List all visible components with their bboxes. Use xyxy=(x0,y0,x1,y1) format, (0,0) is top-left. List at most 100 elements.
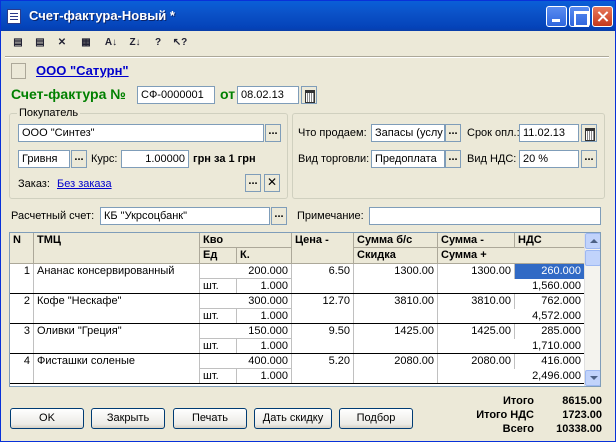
items-table[interactable]: N ТМЦ Кво Ед К. Цена - Сумма б/с Скидка … xyxy=(9,232,601,387)
cell-item[interactable]: Фисташки соленые xyxy=(34,354,200,384)
help-icon[interactable]: ? xyxy=(149,35,167,52)
scroll-thumb[interactable] xyxy=(585,250,600,266)
cell-n[interactable]: 2 xyxy=(10,294,34,324)
organization-link[interactable]: ООО "Сатурн" xyxy=(36,64,129,78)
cell-qty[interactable]: 150.000 xyxy=(200,324,292,339)
cell-vat[interactable]: 416.000 xyxy=(515,354,585,369)
cell-qty[interactable]: 200.000 xyxy=(200,264,292,279)
print-button[interactable]: Печать xyxy=(173,408,247,429)
cell-vat[interactable]: 260.000 xyxy=(515,264,585,279)
cell-sum-plus[interactable]: 2,496.000 xyxy=(438,369,585,384)
cell-discount[interactable] xyxy=(354,309,438,324)
cell-sum[interactable]: 1300.00 xyxy=(354,264,438,279)
vat-type-select-button[interactable]: ... xyxy=(581,150,597,168)
context-help-icon[interactable]: ↖? xyxy=(171,35,189,52)
cell-unit[interactable]: шт. xyxy=(200,309,237,324)
cell-sum-minus[interactable]: 1425.00 xyxy=(438,324,515,339)
cell-price[interactable]: 6.50 xyxy=(292,264,354,294)
order-link[interactable]: Без заказа xyxy=(57,177,112,191)
order-select-button[interactable]: ... xyxy=(245,174,261,192)
cell-discount[interactable] xyxy=(354,369,438,384)
trade-select-button[interactable]: ... xyxy=(445,150,461,168)
scroll-up-icon[interactable] xyxy=(585,233,600,249)
currency-field[interactable]: Гривня xyxy=(18,150,70,168)
cell-n[interactable]: 4 xyxy=(10,354,34,384)
header-sum-minus: Сумма - xyxy=(438,233,515,248)
cell-discount[interactable] xyxy=(354,339,438,354)
header-price: Цена - xyxy=(292,233,354,264)
vat-type-field[interactable]: 20 % xyxy=(519,150,579,168)
cell-sum[interactable]: 1425.00 xyxy=(354,324,438,339)
cell-qty[interactable]: 400.000 xyxy=(200,354,292,369)
title-bar[interactable]: Счет-фактура-Новый * xyxy=(1,1,615,31)
header-qty: Кво xyxy=(200,233,292,248)
cell-sum-plus[interactable]: 4,572.000 xyxy=(438,309,585,324)
maximize-button[interactable] xyxy=(569,6,590,27)
cell-item[interactable]: Оливки "Греция" xyxy=(34,324,200,354)
cell-sum[interactable]: 2080.00 xyxy=(354,354,438,369)
minimize-button[interactable] xyxy=(546,6,567,27)
cell-price[interactable]: 9.50 xyxy=(292,324,354,354)
cell-k[interactable]: 1.000 xyxy=(237,279,292,294)
close-button[interactable]: Закрыть xyxy=(91,408,165,429)
header-discount: Скидка xyxy=(354,248,438,264)
cell-k[interactable]: 1.000 xyxy=(237,309,292,324)
buyer-select-button[interactable]: ... xyxy=(265,124,281,142)
ok-button[interactable]: OK xyxy=(10,408,84,429)
rate-label: Курс: xyxy=(91,153,118,165)
calendar-icon[interactable] xyxy=(301,86,317,104)
select-button[interactable]: Подбор xyxy=(339,408,413,429)
cell-qty[interactable]: 300.000 xyxy=(200,294,292,309)
order-clear-icon[interactable]: ✕ xyxy=(264,174,280,192)
close-window-button[interactable] xyxy=(592,6,613,27)
sell-select-button[interactable]: ... xyxy=(445,124,461,142)
edit-row-icon[interactable]: ▦ xyxy=(77,35,95,52)
cell-price[interactable]: 5.20 xyxy=(292,354,354,384)
cell-sum-plus[interactable]: 1,710.000 xyxy=(438,339,585,354)
sort-desc-icon[interactable]: Z↓ xyxy=(126,35,144,52)
window-title: Счет-фактура-Новый * xyxy=(29,8,175,23)
sell-field[interactable]: Запасы (услу xyxy=(371,124,445,142)
rate-suffix: грн за 1 грн xyxy=(193,153,256,165)
cell-k[interactable]: 1.000 xyxy=(237,339,292,354)
cell-n[interactable]: 3 xyxy=(10,324,34,354)
cell-sum-minus[interactable]: 3810.00 xyxy=(438,294,515,309)
cell-vat[interactable]: 762.000 xyxy=(515,294,585,309)
due-calendar-icon[interactable] xyxy=(581,124,597,142)
cell-unit[interactable]: шт. xyxy=(200,369,237,384)
sort-asc-icon[interactable]: A↓ xyxy=(102,35,120,52)
cell-k[interactable]: 1.000 xyxy=(237,369,292,384)
copy-row-icon[interactable]: ▤ xyxy=(31,35,49,52)
cell-sum-minus[interactable]: 1300.00 xyxy=(438,264,515,279)
cell-price[interactable]: 12.70 xyxy=(292,294,354,324)
delete-row-icon[interactable]: ✕ xyxy=(53,35,71,52)
doc-date-field[interactable]: 08.02.13 xyxy=(237,86,299,104)
buyer-field[interactable]: ООО "Синтез" xyxy=(18,124,264,142)
cell-discount[interactable] xyxy=(354,279,438,294)
due-date-field[interactable]: 11.02.13 xyxy=(519,124,579,142)
rate-field[interactable]: 1.00000 xyxy=(121,150,189,168)
currency-select-button[interactable]: ... xyxy=(71,150,87,168)
cell-item[interactable]: Ананас консервированный xyxy=(34,264,200,294)
cell-sum-minus[interactable]: 2080.00 xyxy=(438,354,515,369)
cell-n[interactable]: 1 xyxy=(10,264,34,294)
note-field[interactable] xyxy=(369,207,601,225)
cell-unit[interactable]: шт. xyxy=(200,339,237,354)
table-scrollbar[interactable] xyxy=(584,233,600,386)
cell-sum[interactable]: 3810.00 xyxy=(354,294,438,309)
add-row-icon[interactable]: ▤ xyxy=(9,35,27,52)
trade-field[interactable]: Предоплата xyxy=(371,150,445,168)
buyer-group-title: Покупатель xyxy=(17,107,81,119)
discount-button[interactable]: Дать скидку xyxy=(254,408,332,429)
vat-type-label: Вид НДС: xyxy=(467,153,517,165)
organization-select-button[interactable] xyxy=(11,63,26,79)
account-field[interactable]: КБ "Укрсоцбанк" xyxy=(100,207,270,225)
doc-number-field[interactable]: СФ-0000001 xyxy=(137,86,215,104)
account-select-button[interactable]: ... xyxy=(271,207,287,225)
cell-unit[interactable]: шт. xyxy=(200,279,237,294)
grand-total-value: 10338.00 xyxy=(556,423,602,435)
cell-item[interactable]: Кофе "Нескафе" xyxy=(34,294,200,324)
cell-sum-plus[interactable]: 1,560.000 xyxy=(438,279,585,294)
cell-vat[interactable]: 285.000 xyxy=(515,324,585,339)
scroll-down-icon[interactable] xyxy=(585,370,600,386)
